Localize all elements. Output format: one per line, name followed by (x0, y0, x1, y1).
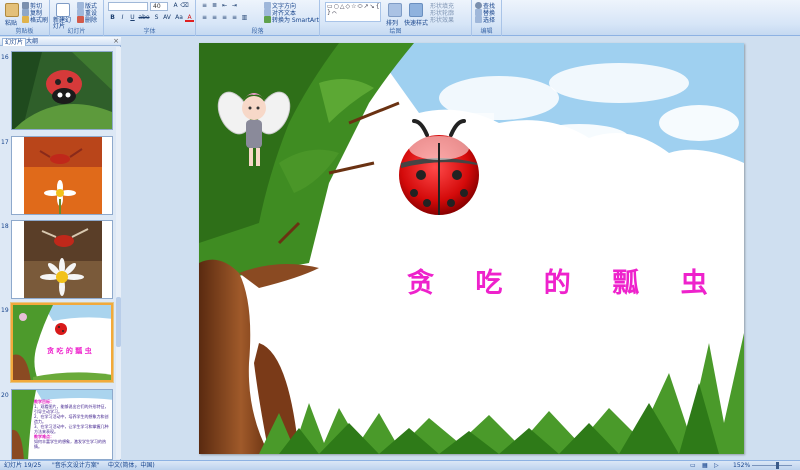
slide-number: 17 (1, 139, 9, 146)
font-name-box[interactable] (108, 2, 148, 11)
slide-number: 20 (1, 392, 9, 399)
numbering-button[interactable]: ≣ (210, 2, 219, 10)
smartart-button[interactable]: 转换为 SmartArt (264, 15, 319, 24)
slide-background-art (199, 43, 744, 454)
current-slide[interactable]: 贪 吃 的 瓢 虫 (199, 43, 744, 454)
shapes-gallery[interactable]: ▭○△◇☆⬭↗↘{ }⌒ (325, 2, 381, 22)
zoom-slider[interactable] (752, 465, 792, 466)
slide-number: 16 (1, 54, 9, 61)
slide-thumbnail-19[interactable]: 贪 吃 的 瓢 虫 (11, 303, 113, 382)
underline-button[interactable]: U (128, 14, 137, 22)
ladybug-daisy-thumbnail (12, 221, 112, 298)
italic-button[interactable]: I (118, 14, 127, 22)
font-color-button[interactable]: A (185, 14, 194, 22)
drawing-group: ▭○△◇☆⬭↗↘{ }⌒ 排列 快速样式 形状填充 形状轮廓 形状效果 绘图 (320, 0, 472, 36)
paste-icon (5, 3, 19, 17)
arrange-icon (388, 3, 402, 17)
theme-name: "音乐文设计方案" (52, 462, 100, 469)
objective-line: 3、在学习活动中，让学生学习和掌握几种方法来表现。 (34, 424, 109, 434)
change-case-button[interactable]: Aa (174, 14, 184, 22)
paragraph-group: ≡ ≣ ⇤ ⇥ ≡ ≡ ≡ ≡ ▥ 文字方向 对齐文本 转换为 SmartArt… (196, 0, 320, 36)
columns-button[interactable]: ▥ (240, 14, 249, 22)
select-icon (475, 16, 482, 23)
thumbnail-title: 贪 吃 的 瓢 虫 (47, 346, 92, 355)
slides-group-label: 幻灯片 (67, 28, 86, 35)
language-indicator[interactable]: 中文(简体，中国) (108, 461, 155, 470)
strikethrough-button[interactable]: abe (137, 14, 151, 22)
difficulty-line: 如何丰富学生的想象，激发学生学习的热情。 (34, 439, 106, 449)
sorter-view-icon[interactable]: ▦ (702, 461, 708, 470)
brush-icon (22, 16, 29, 23)
pane-scrollbar[interactable] (116, 47, 121, 459)
thumbnail-text-block: 教学目标： 1、观看图片，能够说出它们的外形特征，引导主动学习。 2、在学习活动… (34, 399, 112, 459)
bold-button[interactable]: B (108, 14, 117, 22)
justify-button[interactable]: ≡ (230, 14, 239, 22)
objective-line: 1、观看图片，能够说出它们的外形特征，引导主动学习。 (34, 404, 109, 414)
clipboard-group-label: 剪贴板 (15, 28, 34, 35)
align-right-button[interactable]: ≡ (220, 14, 229, 22)
bullets-button[interactable]: ≡ (200, 2, 209, 10)
clipboard-group: 粘贴 剪切 复制 格式刷 剪贴板 (0, 0, 50, 36)
ribbon: 粘贴 剪切 复制 格式刷 剪贴板 新建幻灯片 版式 重设 删除 幻灯片 40 A… (0, 0, 800, 36)
zoom-slider-thumb[interactable] (776, 462, 779, 469)
align-left-button[interactable]: ≡ (200, 14, 209, 22)
ladybug-flower-thumbnail (12, 137, 112, 214)
slideshow-view-icon[interactable]: ▷ (714, 461, 719, 470)
zoom-level[interactable]: 152% (733, 461, 750, 470)
align-center-button[interactable]: ≡ (210, 14, 219, 22)
ladybug-leaf-thumbnail (12, 52, 112, 129)
tab-slides[interactable]: 幻灯片 (2, 38, 27, 46)
slide-title[interactable]: 贪 吃 的 瓢 虫 (407, 261, 724, 300)
tree-sky-thumbnail (13, 305, 111, 380)
slide-number: 18 (1, 223, 9, 230)
close-pane-icon[interactable]: × (113, 37, 119, 45)
font-group-label: 字体 (143, 28, 156, 35)
pane-scrollbar-thumb[interactable] (116, 297, 121, 347)
font-group: 40 A ⌫ B I U abe S AV Aa A 字体 (104, 0, 196, 36)
ladybug-illustration (379, 113, 494, 215)
slide-thumbnail-18[interactable] (11, 220, 113, 299)
slide-thumbnail-20[interactable]: 教学目标： 1、观看图片，能够说出它们的外形特征，引导主动学习。 2、在学习活动… (11, 389, 113, 460)
decrease-indent-button[interactable]: ⇤ (220, 2, 229, 10)
slide-position: 幻灯片 19/25 (4, 462, 42, 469)
quick-styles-icon (409, 3, 423, 17)
clear-format-button[interactable]: ⌫ (180, 2, 189, 10)
slide-thumbnail-17[interactable] (11, 136, 113, 215)
drawing-group-label: 绘图 (389, 28, 402, 35)
delete-slide-button[interactable]: 删除 (77, 15, 97, 24)
increase-indent-button[interactable]: ⇥ (230, 2, 239, 10)
slides-group: 新建幻灯片 版式 重设 删除 幻灯片 (50, 0, 104, 36)
delete-icon (77, 16, 84, 23)
slides-pane: 幻灯片 大纲 × 16 17 18 19 贪 吃 的 瓢 虫 20 教学目标： … (0, 37, 121, 460)
tab-outline[interactable]: 大纲 (24, 38, 40, 46)
objective-line: 2、在学习活动中，培养学生的想象力和创造力。 (34, 414, 109, 424)
smartart-icon (264, 16, 271, 23)
font-size-box[interactable]: 40 (150, 2, 168, 11)
paragraph-group-label: 段落 (251, 28, 264, 35)
editing-group: 查找 替换 选择 编辑 (472, 0, 502, 36)
status-bar: 幻灯片 19/25 "音乐文设计方案" 中文(简体，中国) ▭ ▦ ▷ 152% (0, 460, 800, 470)
grow-font-button[interactable]: A (171, 2, 180, 10)
select-button[interactable]: 选择 (475, 15, 495, 24)
slide-thumbnail-16[interactable] (11, 51, 113, 130)
editing-group-label: 编辑 (480, 28, 493, 35)
shape-effects-button[interactable]: 形状效果 (430, 15, 454, 24)
pane-tabs: 幻灯片 大纲 × (0, 37, 121, 46)
slide-number: 19 (1, 307, 9, 314)
format-painter-button[interactable]: 格式刷 (22, 15, 48, 24)
new-slide-icon (56, 3, 70, 17)
char-spacing-button[interactable]: AV (161, 14, 173, 22)
shadow-button[interactable]: S (152, 14, 161, 22)
normal-view-icon[interactable]: ▭ (690, 461, 696, 470)
